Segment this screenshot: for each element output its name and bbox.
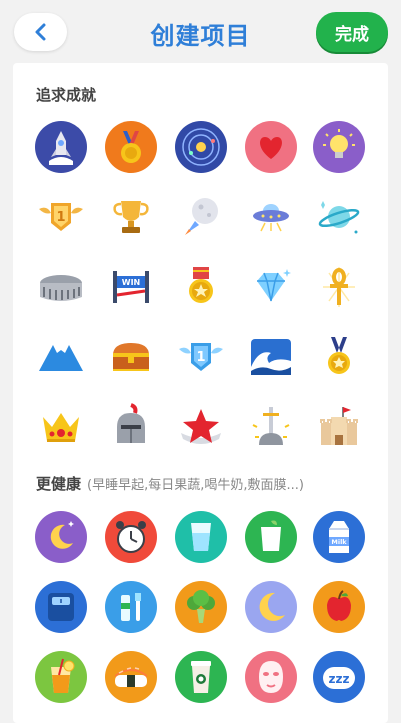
ankh-icon[interactable] [313,261,365,313]
svg-text:WIN: WIN [122,278,141,287]
svg-text:1: 1 [56,210,65,225]
milk-carton-icon[interactable]: Milk [313,511,365,563]
crown-icon[interactable] [35,401,87,453]
red-star-icon[interactable] [175,401,227,453]
gold-medal-icon[interactable] [105,121,157,173]
light-bulb-icon[interactable] [313,121,365,173]
broccoli-icon[interactable] [175,581,227,633]
rocket-launch-icon[interactable] [35,121,87,173]
tea-cup-icon[interactable] [245,511,297,563]
crescent-moon-icon[interactable] [245,581,297,633]
lemonade-icon[interactable] [35,651,87,703]
winged-number-one-badge-icon[interactable]: 1 [35,191,87,243]
svg-text:Milk: Milk [331,538,347,546]
glass-of-water-icon[interactable] [175,511,227,563]
zzz-sleep-icon[interactable]: zzz [313,651,365,703]
sushi-icon[interactable] [105,651,157,703]
svg-text:zzz: zzz [329,672,350,686]
castle-icon[interactable] [313,401,365,453]
treasure-chest-icon[interactable] [105,331,157,383]
moon-rocket-icon[interactable] [175,191,227,243]
star-medal-icon[interactable] [175,261,227,313]
heart-icon[interactable] [245,121,297,173]
diamond-icon[interactable] [245,261,297,313]
header: 创建项目 完成 [0,0,401,62]
alarm-clock-icon[interactable] [105,511,157,563]
galaxy-icon[interactable] [175,121,227,173]
section-title-health: 更健康 (早睡早起,每日果蔬,喝牛奶,敷面膜...) [36,473,304,494]
trophy-icon[interactable] [105,191,157,243]
mount-fuji-icon[interactable] [35,331,87,383]
apple-icon[interactable] [313,581,365,633]
section-label: 更健康 [36,475,82,493]
toothbrush-toothpaste-icon[interactable] [105,581,157,633]
section-label: 追求成就 [36,86,97,104]
face-mask-icon[interactable] [245,651,297,703]
colosseum-icon[interactable] [35,261,87,313]
moon-sleep-icon[interactable] [35,511,87,563]
coffee-cup-icon[interactable] [175,651,227,703]
icon-picker-card: 追求成就 1 WIN 1 更健康 (早睡早起,每日果蔬,喝牛奶,敷面膜...) M… [13,63,388,723]
blue-winged-number-one-icon[interactable]: 1 [175,331,227,383]
blue-ribbon-medal-icon[interactable] [313,331,365,383]
sword-in-stone-icon[interactable] [245,401,297,453]
done-button[interactable]: 完成 [316,12,388,52]
section-hint: (早睡早起,每日果蔬,喝牛奶,敷面膜...) [87,478,304,493]
win-finish-line-icon[interactable]: WIN [105,261,157,313]
section-title-achievement: 追求成就 [36,84,96,105]
saturn-planet-icon[interactable] [313,191,365,243]
ufo-icon[interactable] [245,191,297,243]
bathroom-scale-icon[interactable] [35,581,87,633]
svg-text:1: 1 [196,350,205,365]
knight-helmet-icon[interactable] [105,401,157,453]
wave-icon[interactable] [245,331,297,383]
